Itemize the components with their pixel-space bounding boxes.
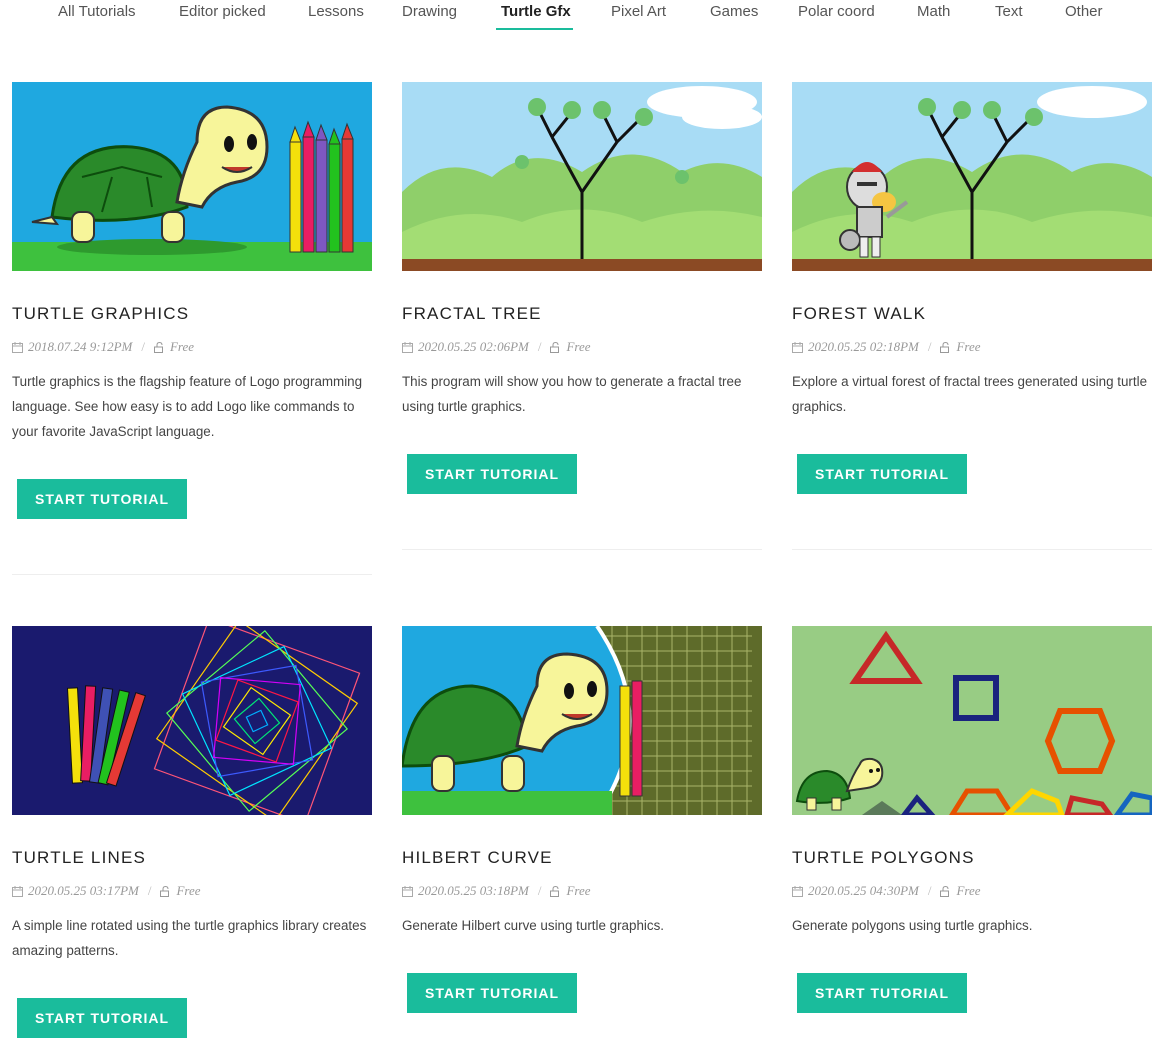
card-description: A simple line rotated using the turtle g… [12, 918, 367, 958]
card-divider [12, 574, 372, 575]
tutorial-card: TURTLE LINES 2020.05.25 03:17PM / Free A… [12, 626, 372, 1038]
card-description: Generate Hilbert curve using turtle grap… [402, 918, 664, 933]
card-date: 2020.05.25 04:30PM [808, 883, 919, 898]
card-meta: 2020.05.25 02:06PM / Free [402, 339, 591, 355]
card-description: Turtle graphics is the flagship feature … [12, 374, 363, 439]
start-tutorial-button[interactable]: START TUTORIAL [797, 973, 967, 1013]
card-date: 2020.05.25 03:18PM [418, 883, 529, 898]
unlock-icon [550, 341, 560, 353]
card-description: This program will show you how to genera… [402, 374, 742, 414]
tutorial-thumbnail[interactable] [792, 626, 1152, 815]
tutorial-thumbnail[interactable] [792, 82, 1152, 271]
card-meta: 2020.05.25 02:18PM / Free [792, 339, 981, 355]
tutorial-card: FRACTAL TREE 2020.05.25 02:06PM / Free T… [402, 82, 762, 552]
start-tutorial-button[interactable]: START TUTORIAL [17, 998, 187, 1038]
card-meta: 2020.05.25 04:30PM / Free [792, 883, 981, 899]
card-price: Free [566, 883, 591, 898]
tutorial-card: FOREST WALK 2020.05.25 02:18PM / Free Ex… [792, 82, 1152, 552]
tab-pixel-art[interactable]: Pixel Art [611, 2, 666, 22]
tab-math[interactable]: Math [917, 2, 950, 22]
card-date: 2020.05.25 02:18PM [808, 339, 919, 354]
start-tutorial-button[interactable]: START TUTORIAL [407, 973, 577, 1013]
tab-other[interactable]: Other [1065, 2, 1103, 22]
start-tutorial-button[interactable]: START TUTORIAL [17, 479, 187, 519]
meta-separator: / [537, 339, 542, 354]
card-divider [402, 549, 762, 550]
card-divider [792, 549, 1152, 550]
unlock-icon [940, 885, 950, 897]
calendar-icon [402, 885, 413, 897]
meta-separator: / [147, 883, 152, 898]
card-price: Free [176, 883, 201, 898]
calendar-icon [402, 341, 413, 353]
tutorial-thumbnail[interactable] [402, 82, 762, 271]
meta-separator: / [927, 883, 932, 898]
card-title[interactable]: TURTLE LINES [12, 848, 146, 868]
tab-lessons[interactable]: Lessons [308, 2, 364, 22]
calendar-icon [792, 885, 803, 897]
meta-separator: / [927, 339, 932, 354]
tutorial-thumbnail[interactable] [12, 626, 372, 815]
card-date: 2020.05.25 02:06PM [418, 339, 529, 354]
tab-polar-coord[interactable]: Polar coord [798, 2, 875, 22]
card-description: Generate polygons using turtle graphics. [792, 918, 1033, 933]
tab-games[interactable]: Games [710, 2, 758, 22]
calendar-icon [792, 341, 803, 353]
meta-separator: / [537, 883, 542, 898]
calendar-icon [12, 341, 23, 353]
card-price: Free [169, 339, 195, 354]
tab-editor-picked[interactable]: Editor picked [179, 2, 266, 22]
card-date: 2020.05.25 03:17PM [28, 883, 139, 898]
card-meta: 2020.05.25 03:18PM / Free [402, 883, 591, 899]
card-price: Free [956, 339, 981, 354]
card-price: Free [566, 339, 591, 354]
unlock-icon [153, 341, 163, 353]
active-tab-indicator [496, 28, 573, 30]
card-description: Explore a virtual forest of fractal tree… [792, 374, 1148, 414]
card-meta: 2018.07.24 9:12PM / Free [12, 339, 194, 355]
card-price: Free [956, 883, 981, 898]
tab-all-tutorials[interactable]: All Tutorials [58, 2, 136, 22]
unlock-icon [940, 341, 950, 353]
start-tutorial-button[interactable]: START TUTORIAL [407, 454, 577, 494]
unlock-icon [550, 885, 560, 897]
tab-turtle-gfx[interactable]: Turtle Gfx [501, 2, 571, 22]
tutorial-card: TURTLE POLYGONS 2020.05.25 04:30PM / Fre… [792, 626, 1152, 1015]
start-tutorial-button[interactable]: START TUTORIAL [797, 454, 967, 494]
card-title[interactable]: FRACTAL TREE [402, 304, 542, 324]
tutorial-thumbnail[interactable] [402, 626, 762, 815]
calendar-icon [12, 885, 23, 897]
card-title[interactable]: TURTLE GRAPHICS [12, 304, 189, 324]
card-title[interactable]: FOREST WALK [792, 304, 926, 324]
card-title[interactable]: HILBERT CURVE [402, 848, 553, 868]
tutorial-card: HILBERT CURVE 2020.05.25 03:18PM / Free … [402, 626, 762, 1015]
tab-drawing[interactable]: Drawing [402, 2, 457, 22]
tutorial-card: TURTLE GRAPHICS 2018.07.24 9:12PM / Free… [12, 82, 372, 582]
category-tabs: All Tutorials Editor picked Lessons Draw… [0, 0, 1156, 34]
unlock-icon [160, 885, 170, 897]
card-title[interactable]: TURTLE POLYGONS [792, 848, 975, 868]
card-date: 2018.07.24 9:12PM [28, 339, 133, 354]
tutorial-thumbnail[interactable] [12, 82, 372, 271]
meta-separator: / [141, 339, 145, 354]
tab-text[interactable]: Text [995, 2, 1023, 22]
card-meta: 2020.05.25 03:17PM / Free [12, 883, 201, 899]
